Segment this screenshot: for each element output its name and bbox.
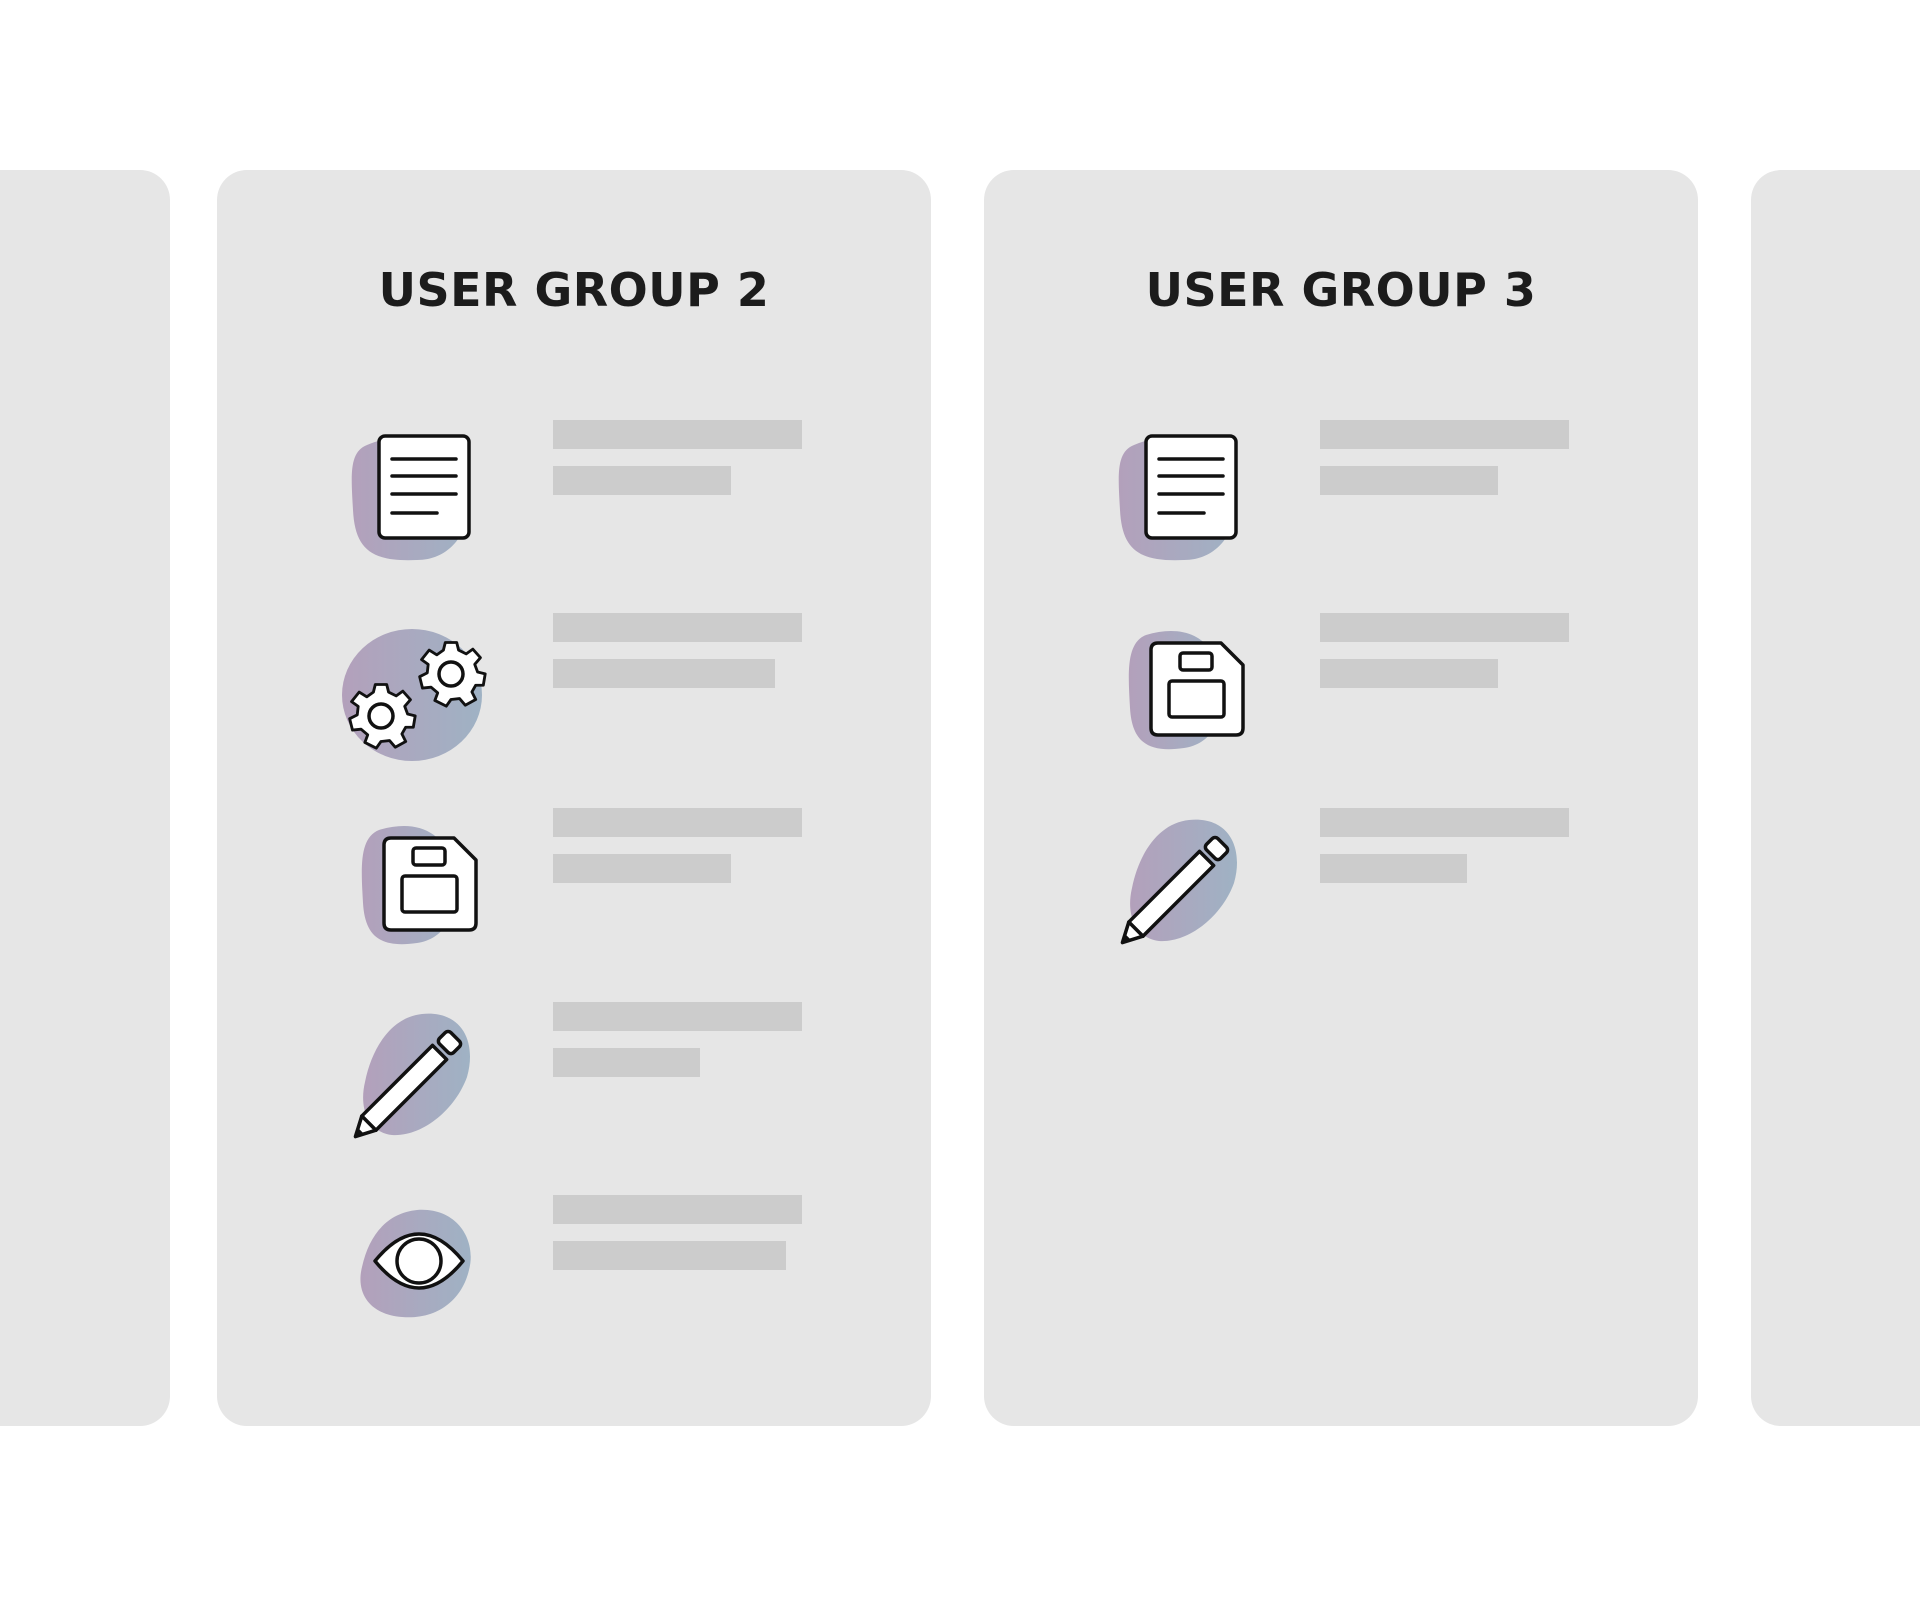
- pencil-icon: [327, 1002, 497, 1152]
- placeholder-text-line: [553, 1002, 802, 1031]
- eye-icon: [327, 1195, 497, 1345]
- placeholder-text-line: [553, 659, 775, 688]
- user-group-title: USER GROUP 3: [1145, 263, 1537, 317]
- placeholder-text-line: [553, 613, 802, 642]
- permission-item: [217, 1195, 931, 1345]
- user-groups-diagram: USER GROUP 2 USER GROUP 3: [0, 0, 1920, 1600]
- user-group-card: USER GROUP 3: [984, 170, 1698, 1426]
- placeholder-text-line: [1320, 659, 1498, 688]
- user-group-card-partial-right: [1751, 170, 1920, 1426]
- permission-item: [217, 613, 931, 763]
- document-icon: [1094, 420, 1264, 570]
- placeholder-text-line: [553, 1241, 786, 1270]
- floppy-disk-icon: [327, 808, 497, 958]
- document-icon: [327, 420, 497, 570]
- placeholder-text-line: [1320, 466, 1498, 495]
- permission-item: [217, 808, 931, 958]
- placeholder-text-line: [553, 808, 802, 837]
- permission-item: [984, 420, 1698, 570]
- pencil-icon: [1094, 808, 1264, 958]
- user-group-card: USER GROUP 2: [217, 170, 931, 1426]
- placeholder-text-line: [1320, 808, 1569, 837]
- user-group-title: USER GROUP 2: [378, 263, 770, 317]
- placeholder-text-line: [553, 420, 802, 449]
- placeholder-text-line: [553, 1048, 700, 1077]
- floppy-disk-icon: [1094, 613, 1264, 763]
- placeholder-text-line: [1320, 613, 1569, 642]
- permission-item: [984, 808, 1698, 958]
- placeholder-text-line: [1320, 420, 1569, 449]
- permission-item: [217, 420, 931, 570]
- permission-item: [984, 613, 1698, 763]
- gears-icon: [327, 613, 497, 763]
- placeholder-text-line: [1320, 854, 1467, 883]
- placeholder-text-line: [553, 1195, 802, 1224]
- permission-item: [217, 1002, 931, 1152]
- placeholder-text-line: [553, 854, 731, 883]
- user-group-card-partial-left: [0, 170, 170, 1426]
- placeholder-text-line: [553, 466, 731, 495]
